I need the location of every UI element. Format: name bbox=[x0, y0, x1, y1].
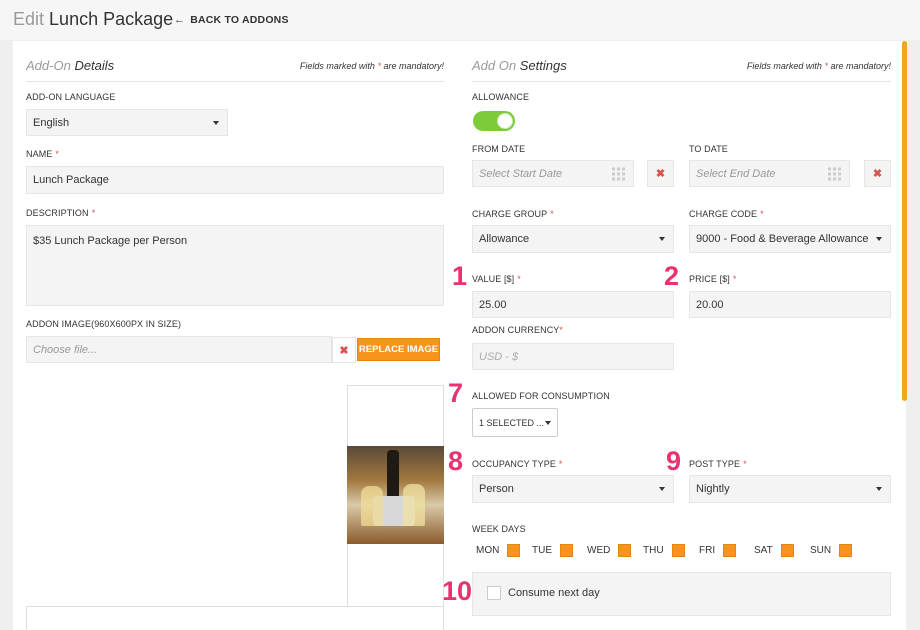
back-to-addons-link[interactable]: ← BACK TO ADDONS bbox=[174, 14, 289, 26]
occupancy-type-label: OCCUPANCY TYPE * bbox=[472, 459, 563, 469]
post-type-label: POST TYPE * bbox=[689, 459, 747, 469]
charge-code-label: CHARGE CODE * bbox=[689, 209, 764, 219]
name-input[interactable]: Lunch Package bbox=[26, 166, 444, 194]
allowance-label: ALLOWANCE bbox=[472, 92, 530, 102]
price-input[interactable]: 20.00 bbox=[689, 291, 891, 318]
weekday-thu[interactable]: THU bbox=[643, 544, 685, 557]
weekday-fri[interactable]: FRI bbox=[699, 544, 737, 557]
addon-image-label: ADDON IMAGE(960X600PX IN SIZE) bbox=[26, 319, 182, 329]
annotation-marker-10: 10 bbox=[442, 576, 473, 606]
from-date-label: FROM DATE bbox=[472, 144, 526, 154]
close-icon: ✖ bbox=[339, 344, 349, 357]
description-label: DESCRIPTION * bbox=[26, 208, 96, 218]
settings-mandatory-note: Fields marked with * are mandatory! bbox=[746, 61, 891, 71]
weekday-checkbox[interactable] bbox=[560, 544, 573, 557]
weekday-checkbox[interactable] bbox=[780, 544, 794, 557]
consume-next-day-label: Consume next day bbox=[508, 587, 600, 599]
details-bottom-panel bbox=[26, 606, 444, 630]
charge-group-select[interactable]: Allowance bbox=[472, 225, 674, 253]
week-days-label: WEEK DAYS bbox=[472, 524, 526, 534]
settings-section-header: Add On Settings Fields marked with * are… bbox=[472, 58, 891, 82]
weekday-checkbox[interactable] bbox=[671, 544, 685, 557]
page-title-text: Lunch Package bbox=[49, 9, 174, 29]
annotation-marker-8: 8 bbox=[448, 446, 464, 476]
value-input[interactable]: 25.00 bbox=[472, 291, 674, 318]
image-file-input[interactable]: Choose file... bbox=[26, 336, 332, 363]
chevron-down-icon bbox=[876, 487, 882, 491]
weekday-tue[interactable]: TUE bbox=[532, 544, 573, 557]
chevron-down-icon bbox=[876, 237, 882, 241]
to-date-label: TO DATE bbox=[689, 144, 728, 154]
addon-image-preview bbox=[347, 446, 444, 544]
charge-group-label: CHARGE GROUP * bbox=[472, 209, 554, 219]
description-textarea[interactable]: $35 Lunch Package per Person bbox=[26, 225, 444, 306]
consume-next-day-checkbox[interactable] bbox=[487, 586, 501, 600]
clear-from-date-button[interactable]: ✖ bbox=[647, 160, 674, 187]
weekday-sat[interactable]: SAT bbox=[754, 544, 794, 557]
page-title-prefix: Edit bbox=[13, 9, 45, 29]
annotation-marker-2: 2 bbox=[664, 261, 680, 291]
annotation-marker-7: 7 bbox=[448, 378, 464, 408]
mandatory-note: Fields marked with * are mandatory! bbox=[299, 61, 444, 71]
weekday-checkbox[interactable] bbox=[507, 544, 521, 557]
value-label: VALUE [$] * bbox=[472, 274, 521, 284]
weekday-checkbox[interactable] bbox=[839, 544, 853, 557]
from-date-input[interactable]: Select Start Date bbox=[472, 160, 634, 187]
arrow-left-icon: ← bbox=[174, 14, 186, 26]
name-label: NAME * bbox=[26, 149, 60, 159]
close-icon: ✖ bbox=[872, 168, 883, 180]
language-select[interactable]: English bbox=[26, 109, 228, 136]
language-label: ADD-ON LANGUAGE bbox=[26, 92, 116, 102]
currency-input: USD - $ bbox=[472, 343, 674, 370]
annotation-marker-1: 1 bbox=[452, 261, 468, 291]
price-label: PRICE [$] * bbox=[689, 274, 737, 284]
charge-code-select[interactable]: 9000 - Food & Beverage Allowance bbox=[689, 225, 891, 253]
weekday-sun[interactable]: SUN bbox=[810, 544, 853, 557]
chevron-down-icon bbox=[659, 487, 665, 491]
settings-section-title: Add On Settings bbox=[472, 58, 567, 73]
post-type-select[interactable]: Nightly bbox=[689, 475, 891, 503]
annotation-marker-9: 9 bbox=[666, 446, 682, 476]
page-title: Edit Lunch Package bbox=[13, 9, 173, 30]
replace-image-button[interactable]: REPLACE IMAGE bbox=[357, 338, 440, 361]
weekday-checkbox[interactable] bbox=[618, 544, 632, 557]
calendar-grid-icon bbox=[612, 167, 625, 180]
calendar-grid-icon bbox=[828, 167, 841, 180]
scrollbar[interactable] bbox=[902, 41, 907, 401]
currency-label: ADDON CURRENCY* bbox=[472, 325, 564, 335]
consumption-label: ALLOWED FOR CONSUMPTION bbox=[472, 391, 610, 401]
clear-image-button[interactable]: ✖ bbox=[332, 337, 356, 363]
chevron-down-icon bbox=[659, 237, 665, 241]
occupancy-type-select[interactable]: Person bbox=[472, 475, 674, 503]
details-section-header: Add-On Details Fields marked with * are … bbox=[26, 58, 444, 82]
allowance-toggle[interactable] bbox=[473, 111, 515, 131]
clear-to-date-button[interactable]: ✖ bbox=[864, 160, 891, 187]
weekday-wed[interactable]: WED bbox=[587, 544, 632, 557]
to-date-input[interactable]: Select End Date bbox=[689, 160, 850, 187]
back-link-label: BACK TO ADDONS bbox=[190, 14, 289, 26]
chevron-down-icon bbox=[545, 420, 551, 425]
top-bar: Edit Lunch Package ← BACK TO ADDONS bbox=[0, 0, 920, 40]
consumption-multiselect[interactable]: 1 SELECTED ... bbox=[472, 408, 558, 437]
weekday-checkbox[interactable] bbox=[723, 544, 737, 557]
chevron-down-icon bbox=[213, 120, 219, 125]
consume-next-day-panel: Consume next day bbox=[472, 572, 891, 616]
toggle-knob bbox=[497, 113, 513, 129]
close-icon: ✖ bbox=[655, 168, 666, 180]
details-section-title: Add-On Details bbox=[26, 58, 115, 73]
weekday-mon[interactable]: MON bbox=[476, 544, 521, 557]
